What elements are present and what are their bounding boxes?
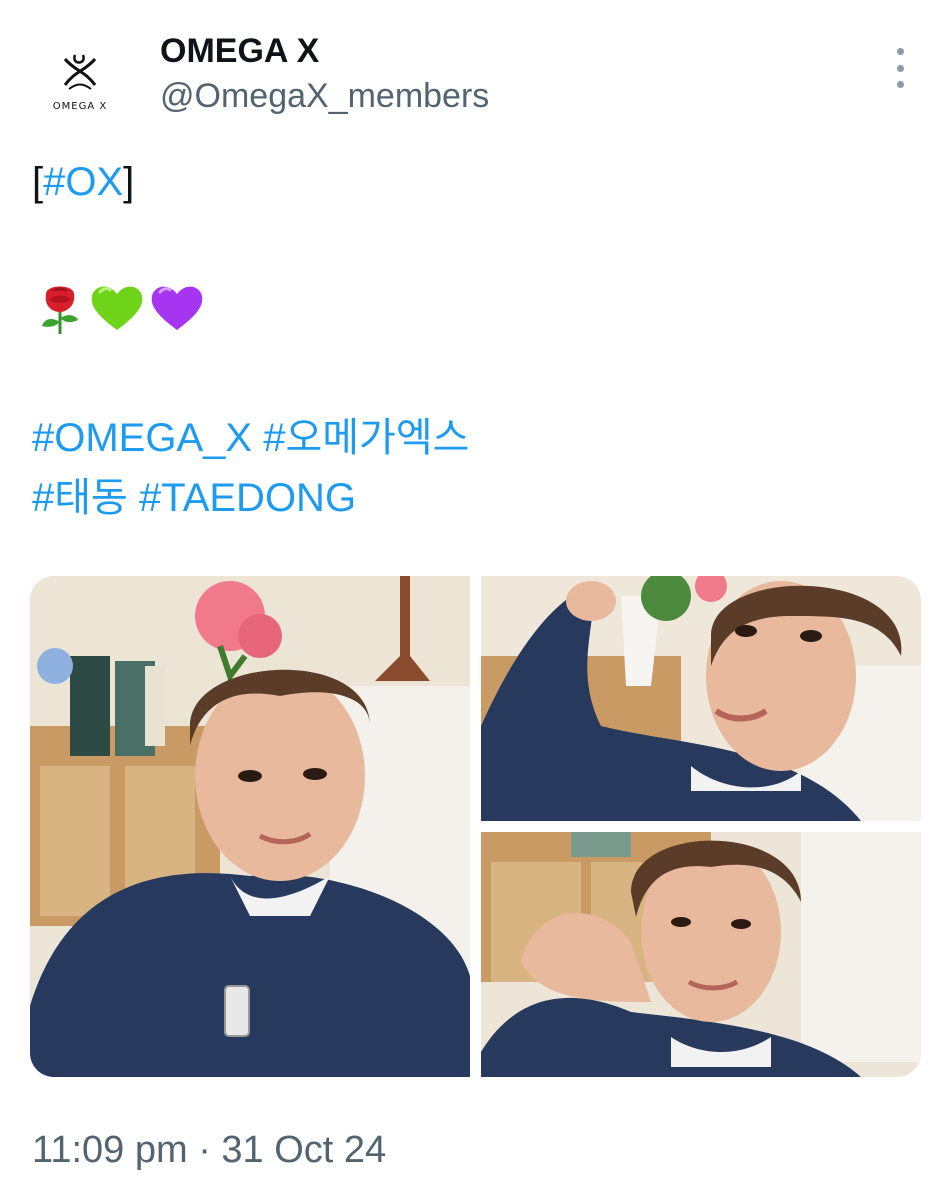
- avatar-logo-text: OMEGA X: [52, 100, 108, 112]
- selfie-photo-3[interactable]: [481, 832, 921, 1077]
- avatar[interactable]: OMEGA X: [30, 30, 130, 130]
- hashtags-line-1: #OMEGA_X #오메가엑스: [32, 414, 469, 462]
- purple-heart-emoji: [151, 286, 203, 330]
- rose-emoji: [42, 286, 78, 334]
- hashtag-taedong[interactable]: #TAEDONG: [139, 476, 356, 520]
- hashtag-omega-x-korean[interactable]: #오메가엑스: [263, 416, 469, 460]
- more-options-button[interactable]: [890, 48, 910, 88]
- hashtags-line-2: #태동 #TAEDONG: [32, 474, 356, 522]
- green-heart-emoji: [91, 286, 143, 330]
- hashtag-taedong-korean[interactable]: #태동: [32, 476, 128, 520]
- display-name[interactable]: OMEGA X: [160, 32, 489, 70]
- more-vertical-icon: [896, 48, 904, 55]
- timestamp-time: 11:09 pm: [32, 1129, 188, 1171]
- timestamp-separator: ·: [198, 1129, 211, 1171]
- selfie-photo-1[interactable]: [30, 576, 470, 1077]
- omega-x-logo-icon: [63, 54, 97, 90]
- tweet-text-line-1: [#OX]: [32, 158, 134, 206]
- selfie-photo-1-image: [30, 576, 470, 1077]
- bracket-close: ]: [123, 160, 135, 204]
- emoji-row: [34, 280, 206, 336]
- tweet-header: OMEGA X OMEGA X @OmegaX_members: [30, 30, 920, 130]
- user-handle[interactable]: @OmegaX_members: [160, 74, 489, 118]
- timestamp-date: 31 Oct 24: [221, 1129, 387, 1171]
- hashtag-omega-x[interactable]: #OMEGA_X: [32, 416, 252, 460]
- author-names: OMEGA X @OmegaX_members: [160, 32, 489, 118]
- more-vertical-icon-dot: [896, 64, 904, 72]
- tweet-timestamp[interactable]: 11:09 pm · 31 Oct 24: [32, 1128, 386, 1172]
- bracket-open: [: [32, 160, 44, 204]
- hashtag-ox[interactable]: #OX: [43, 160, 123, 204]
- selfie-photo-3-image: [481, 832, 921, 1077]
- selfie-photo-2[interactable]: [481, 576, 921, 821]
- more-vertical-icon-dot: [896, 81, 904, 88]
- selfie-photo-2-image: [481, 576, 921, 821]
